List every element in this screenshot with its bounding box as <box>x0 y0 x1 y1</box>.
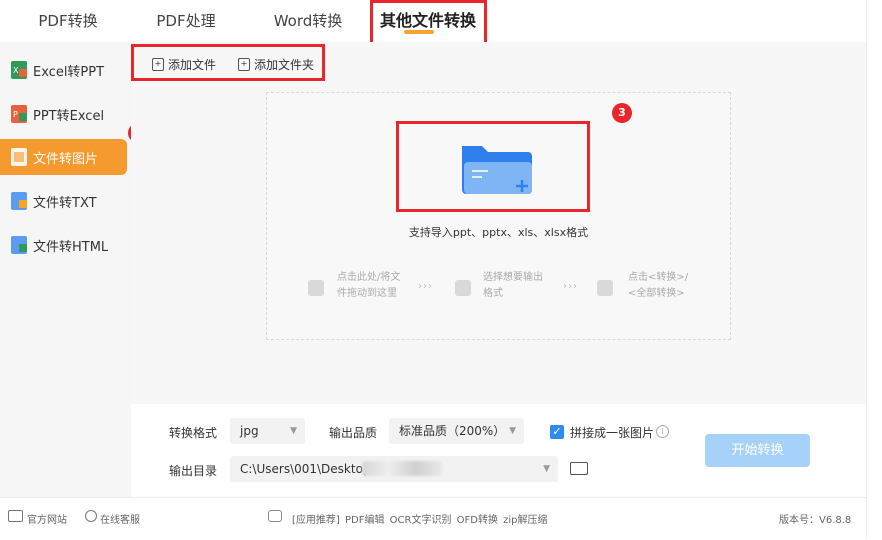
sidebar-item-file-to-html[interactable]: 文件转HTML <box>0 227 127 263</box>
annotation-box-toolbar <box>131 44 325 81</box>
redacted-path <box>362 461 442 476</box>
tab-pdf-convert[interactable]: PDF转换 <box>32 0 104 42</box>
output-path-value: C:\Users\001\Desktop\ <box>240 462 375 476</box>
quality-select[interactable]: 标准品质（200%） ▼ <box>389 418 524 444</box>
window-right-edge <box>866 0 882 539</box>
open-folder-icon[interactable] <box>570 462 588 475</box>
supported-formats-text: 支持导入ppt、pptx、xls、xlsx格式 <box>408 226 589 239</box>
format-label: 转换格式 <box>169 426 218 440</box>
footer-app-links[interactable]: [应用推荐] PDF编辑 OCR文字识别 OFD转换 zip解压缩 <box>292 511 548 526</box>
sidebar: X Excel转PPT P PPT转Excel 文件转图片 文件转TXT 文件转… <box>0 42 131 497</box>
step-3-text: 点击<转换>/<全部转换> <box>628 272 689 299</box>
arrow-icon: ››› <box>418 281 433 292</box>
official-website-link[interactable]: 官方网站 <box>27 511 67 526</box>
step-2-text: 选择想要输出 格式 <box>483 272 543 299</box>
step-1-text: 点击此处/将文 件拖动到这里 <box>337 272 401 299</box>
headset-icon <box>85 510 97 522</box>
sidebar-item-label: PPT转Excel <box>33 108 105 124</box>
format-step-icon <box>455 280 471 296</box>
info-icon[interactable]: i <box>656 425 669 438</box>
txt-file-icon <box>11 192 27 210</box>
website-icon <box>8 510 23 522</box>
svg-text:P: P <box>13 110 18 119</box>
merge-label: 拼接成一张图片 <box>570 426 655 440</box>
online-support-link[interactable]: 在线客服 <box>100 511 140 526</box>
svg-text:X: X <box>13 66 19 75</box>
annotation-badge-3: 3 <box>612 103 632 123</box>
output-label: 输出目录 <box>169 464 218 478</box>
quality-value: 标准品质（200%） <box>399 424 506 438</box>
quality-label: 输出品质 <box>329 426 378 440</box>
chevron-down-icon: ▼ <box>290 426 297 436</box>
format-value: jpg <box>240 424 259 438</box>
html-file-icon <box>11 236 27 254</box>
annotation-box-tab <box>370 0 487 46</box>
start-convert-button[interactable]: 开始转换 <box>705 434 810 467</box>
chevron-down-icon: ▼ <box>509 426 516 436</box>
sidebar-item-label: 文件转图片 <box>33 151 99 167</box>
sidebar-item-excel-to-ppt[interactable]: X Excel转PPT <box>0 52 127 88</box>
sidebar-item-label: 文件转TXT <box>33 195 97 211</box>
annotation-box-dropzone <box>396 121 590 212</box>
tab-word-convert[interactable]: Word转换 <box>266 0 350 42</box>
sidebar-item-file-to-txt[interactable]: 文件转TXT <box>0 183 127 219</box>
ppt-file-icon: P <box>11 105 27 123</box>
format-select[interactable]: jpg ▼ <box>230 418 305 444</box>
convert-step-icon <box>597 280 613 296</box>
sidebar-item-label: 文件转HTML <box>33 239 109 255</box>
folder-step-icon <box>308 280 324 296</box>
arrow-icon: ››› <box>563 281 578 292</box>
excel-file-icon: X <box>11 61 27 79</box>
image-file-icon <box>11 148 27 166</box>
thumbs-up-icon <box>268 510 282 522</box>
sidebar-item-label: Excel转PPT <box>33 64 105 80</box>
merge-checkbox[interactable]: ✓ <box>550 425 564 439</box>
chevron-down-icon: ▼ <box>543 464 550 474</box>
sidebar-item-file-to-image[interactable]: 文件转图片 <box>0 139 127 175</box>
version-text: 版本号：V6.8.8 <box>779 515 852 526</box>
tab-pdf-process[interactable]: PDF处理 <box>150 0 222 42</box>
sidebar-item-ppt-to-excel[interactable]: P PPT转Excel <box>0 96 127 132</box>
